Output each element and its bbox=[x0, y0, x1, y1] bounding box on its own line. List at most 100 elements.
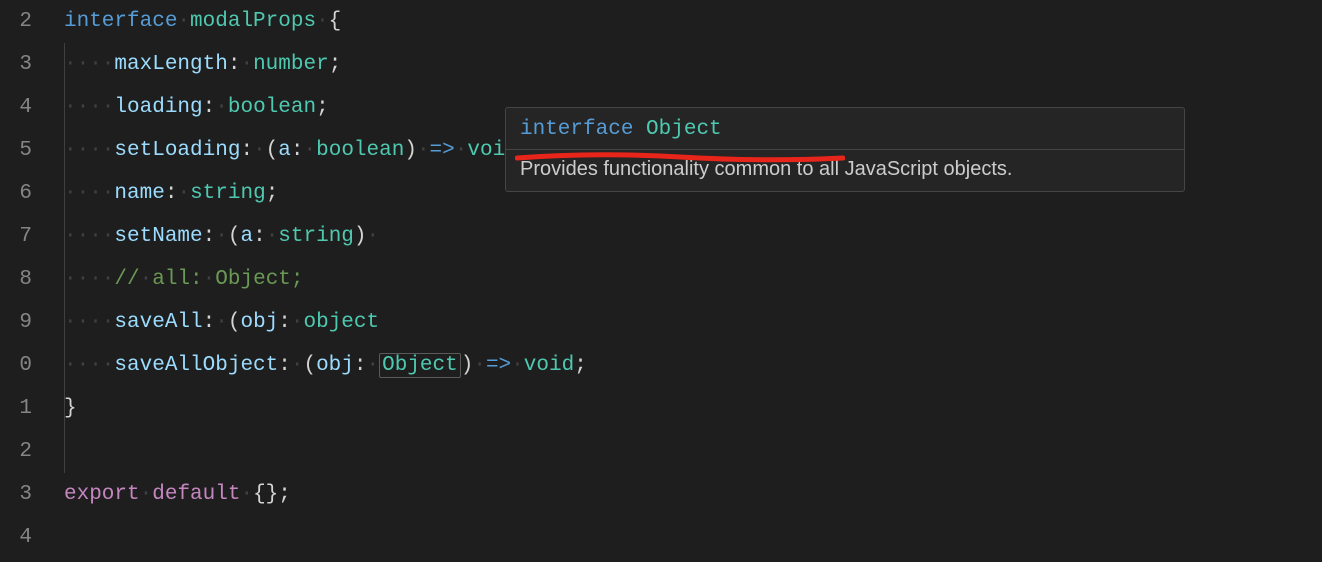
whitespace-dots: ···· bbox=[64, 311, 114, 334]
colon: : bbox=[203, 96, 216, 119]
colon: : bbox=[354, 354, 367, 377]
line-number: 7 bbox=[0, 215, 32, 258]
code-editor[interactable]: 2 3 4 5 6 7 8 9 0 1 2 3 4 interface·moda… bbox=[0, 0, 1322, 562]
paren-close: ) bbox=[404, 139, 417, 162]
line-number: 4 bbox=[0, 516, 32, 559]
whitespace-dots: ···· bbox=[64, 53, 114, 76]
param-name: a bbox=[240, 225, 253, 248]
whitespace-dot: · bbox=[291, 354, 304, 377]
arrow-token: => bbox=[486, 354, 511, 377]
type-object-highlighted[interactable]: Object bbox=[379, 353, 461, 378]
line-number: 8 bbox=[0, 258, 32, 301]
paren-close: ) bbox=[354, 225, 367, 248]
whitespace-dot: · bbox=[291, 311, 304, 334]
whitespace-dot: · bbox=[140, 483, 153, 506]
type-keyword: boolean bbox=[316, 139, 404, 162]
line-number-gutter: 2 3 4 5 6 7 8 9 0 1 2 3 4 bbox=[0, 0, 40, 562]
line-number: 9 bbox=[0, 301, 32, 344]
whitespace-dot: · bbox=[215, 311, 228, 334]
whitespace-dot: · bbox=[253, 139, 266, 162]
line-number: 2 bbox=[0, 0, 32, 43]
whitespace-dot: · bbox=[511, 354, 524, 377]
line-number: 3 bbox=[0, 43, 32, 86]
keyword-interface: interface bbox=[64, 10, 177, 33]
whitespace-dot: · bbox=[240, 53, 253, 76]
line-number: 2 bbox=[0, 430, 32, 473]
property-name: loading bbox=[114, 96, 202, 119]
semicolon: ; bbox=[329, 53, 342, 76]
semicolon: ; bbox=[574, 354, 587, 377]
code-line-empty[interactable] bbox=[64, 516, 1322, 559]
line-number: 0 bbox=[0, 344, 32, 387]
code-line[interactable]: } bbox=[64, 387, 1322, 430]
type-keyword: object bbox=[304, 311, 380, 334]
hover-keyword: interface bbox=[520, 118, 633, 141]
code-content[interactable]: interface·modalProps·{ ····maxLength:·nu… bbox=[40, 0, 1322, 562]
whitespace-dot: · bbox=[215, 225, 228, 248]
line-number: 6 bbox=[0, 172, 32, 215]
line-number: 4 bbox=[0, 86, 32, 129]
paren-open: ( bbox=[266, 139, 279, 162]
hover-signature: interface Object bbox=[506, 108, 1184, 149]
type-keyword: boolean bbox=[228, 96, 316, 119]
paren-open: ( bbox=[303, 354, 316, 377]
line-number: 3 bbox=[0, 473, 32, 516]
empty-object: {}; bbox=[253, 483, 291, 506]
param-name: obj bbox=[240, 311, 278, 334]
intellisense-hover-tooltip[interactable]: interface Object Provides functionality … bbox=[505, 107, 1185, 192]
param-name: obj bbox=[316, 354, 354, 377]
line-number: 5 bbox=[0, 129, 32, 172]
param-name: a bbox=[278, 139, 291, 162]
property-name: name bbox=[114, 182, 164, 205]
colon: : bbox=[253, 225, 266, 248]
whitespace-dots: ···· bbox=[64, 96, 114, 119]
whitespace-dot: · bbox=[455, 139, 468, 162]
colon: : bbox=[278, 354, 291, 377]
property-name: saveAll bbox=[114, 311, 202, 334]
whitespace-dot: · bbox=[240, 483, 253, 506]
whitespace-dots: ···· bbox=[64, 225, 114, 248]
line-number: 1 bbox=[0, 387, 32, 430]
colon: : bbox=[278, 311, 291, 334]
whitespace-dot: · bbox=[367, 354, 380, 377]
keyword-export: export bbox=[64, 483, 140, 506]
code-line[interactable]: export·default·{}; bbox=[64, 473, 1322, 516]
whitespace-dot: · bbox=[304, 139, 317, 162]
colon: : bbox=[228, 53, 241, 76]
comment-text: //·all:·Object; bbox=[114, 268, 303, 291]
whitespace-dots: ···· bbox=[64, 182, 114, 205]
property-name: saveAllObject bbox=[114, 354, 278, 377]
paren-close: ) bbox=[461, 354, 474, 377]
brace-close: } bbox=[64, 397, 77, 420]
type-keyword: string bbox=[190, 182, 266, 205]
whitespace-dots: ···· bbox=[64, 139, 114, 162]
colon: : bbox=[203, 225, 216, 248]
paren-open: ( bbox=[228, 311, 241, 334]
semicolon: ; bbox=[266, 182, 279, 205]
whitespace-dot: · bbox=[417, 139, 430, 162]
code-line[interactable]: interface·modalProps·{ bbox=[64, 0, 1322, 43]
property-name: setName bbox=[114, 225, 202, 248]
whitespace-dots: ···· bbox=[64, 354, 114, 377]
code-line[interactable]: ····maxLength:·number; bbox=[64, 43, 1322, 86]
code-line[interactable]: ····//·all:·Object; bbox=[64, 258, 1322, 301]
whitespace-dot: · bbox=[266, 225, 279, 248]
whitespace-dot: · bbox=[367, 225, 380, 248]
whitespace-dot: · bbox=[177, 10, 190, 33]
whitespace-dot: · bbox=[473, 354, 486, 377]
code-line[interactable]: ····setName:·(a:·string)· bbox=[64, 215, 1322, 258]
whitespace-dot: · bbox=[316, 10, 329, 33]
code-line[interactable]: ····saveAll:·(obj:·object bbox=[64, 301, 1322, 344]
code-line-empty[interactable] bbox=[64, 430, 1322, 473]
code-line[interactable]: ····saveAllObject:·(obj:·Object)·=>·void… bbox=[64, 344, 1322, 387]
colon: : bbox=[165, 182, 178, 205]
colon: : bbox=[203, 311, 216, 334]
paren-open: ( bbox=[228, 225, 241, 248]
hover-description: Provides functionality common to all Jav… bbox=[506, 150, 1184, 191]
brace-open: { bbox=[329, 10, 342, 33]
semicolon: ; bbox=[316, 96, 329, 119]
property-name: maxLength bbox=[114, 53, 227, 76]
type-keyword: void bbox=[524, 354, 574, 377]
whitespace-dot: · bbox=[215, 96, 228, 119]
property-name: setLoading bbox=[114, 139, 240, 162]
